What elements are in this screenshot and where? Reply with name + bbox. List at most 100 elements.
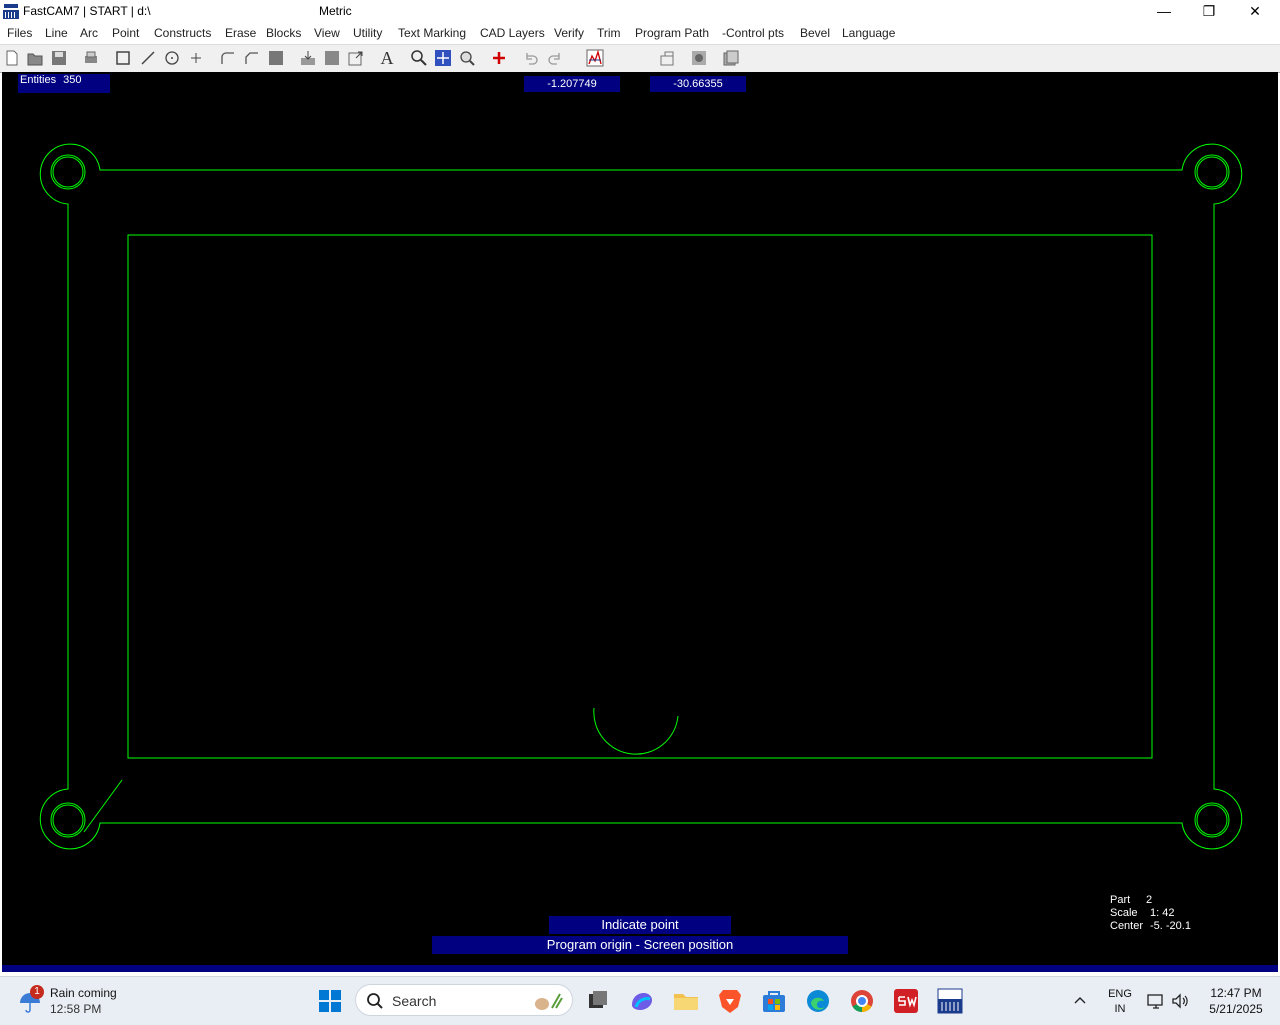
menu-constructs[interactable]: Constructs [154,26,211,40]
solidworks-button[interactable] [890,985,922,1017]
open-folder-icon[interactable] [25,48,45,68]
corner-hole[interactable] [50,802,86,838]
weather-title: Rain coming [50,986,117,1000]
zoom-icon[interactable] [457,48,477,68]
text-icon[interactable]: A [377,48,397,68]
chevron-up-icon[interactable] [1072,993,1088,1009]
part-value: 2 [1146,894,1153,906]
save-icon[interactable] [49,48,69,68]
menu-bevel[interactable]: Bevel [800,26,830,40]
app-title: FastCAM7 | START | d:\ [23,4,151,18]
lead-in-line[interactable] [83,779,123,833]
undo-icon[interactable] [521,48,541,68]
chamfer-icon[interactable] [242,48,262,68]
close-button[interactable]: ✕ [1232,0,1278,22]
circle-icon[interactable] [162,48,182,68]
brave-button[interactable] [714,985,746,1017]
menu-verify[interactable]: Verify [554,26,584,40]
block-fill-icon[interactable] [322,48,342,68]
minimize-button[interactable]: — [1141,0,1187,22]
drawing-info: Part 2 Scale 1: 42 Center -5. -20.1 [1110,894,1191,933]
program-path-icon[interactable] [657,48,677,68]
copilot-button[interactable] [626,985,658,1017]
part-label: Part [1110,894,1131,906]
scale-value: 1: 42 [1150,907,1175,919]
fillet-icon[interactable] [218,48,238,68]
center-value: -5. -20.1 [1150,920,1191,932]
menu-language[interactable]: Language [842,26,895,40]
menu-control-points[interactable]: -Control pts [722,26,784,40]
menu-erase[interactable]: Erase [225,26,256,40]
menu-view[interactable]: View [314,26,340,40]
document-title: Metric [319,4,352,18]
line-icon[interactable] [138,48,158,68]
corner-hole[interactable] [1194,154,1230,190]
corner-hole[interactable] [50,154,86,190]
point-icon[interactable] [186,48,206,68]
fill-icon[interactable] [266,48,286,68]
status-strip [2,965,1278,972]
network-icon[interactable] [1146,991,1166,1011]
edge-button[interactable] [802,985,834,1017]
input-language-indicator[interactable]: ENG IN [1104,987,1136,1017]
new-file-icon[interactable] [2,48,22,68]
scale-label: Scale [1110,907,1138,919]
title-bar: FastCAM7 | START | d:\ Metric — ❐ ✕ [0,0,1280,22]
search-highlight-icon [535,993,563,1010]
store-button[interactable] [758,985,790,1017]
menu-text-marking[interactable]: Text Marking [398,26,466,40]
menu-cad-layers[interactable]: CAD Layers [480,26,545,40]
batch-icon[interactable] [721,48,741,68]
menu-program-path[interactable]: Program Path [635,26,709,40]
taskbar-search[interactable]: Search [355,984,573,1016]
fastcam-taskbar-button[interactable] [934,985,966,1017]
weather-widget[interactable]: 1 Rain coming 12:58 PM [18,985,158,1019]
redo-icon[interactable] [545,48,565,68]
verify-path-icon[interactable] [585,48,605,68]
toolbar: A [0,44,1280,73]
rectangle-icon[interactable] [113,48,133,68]
start-button[interactable] [314,985,346,1017]
block-in-icon[interactable] [298,48,318,68]
inner-cutout[interactable] [127,234,1153,759]
command-status: Program origin - Screen position [432,936,848,954]
zoom-window-icon[interactable] [409,48,429,68]
drawing-canvas[interactable]: Entities 350 -1.207749 -30.66355 Part 2 S… [2,72,1278,972]
menu-line[interactable]: Line [45,26,68,40]
menu-arc[interactable]: Arc [80,26,98,40]
folder-icon [674,994,698,1010]
solidworks-icon [894,989,918,1013]
print-icon[interactable] [81,48,101,68]
corner-hole[interactable] [52,156,84,188]
zoom-extents-icon[interactable] [433,48,453,68]
menu-utility[interactable]: Utility [353,26,382,40]
volume-icon[interactable] [1170,991,1190,1011]
nest-icon[interactable] [689,48,709,68]
block-out-icon[interactable] [346,48,366,68]
search-label: Search [392,993,437,1009]
notch-arc[interactable] [593,707,679,755]
task-view-button[interactable] [582,985,614,1017]
chrome-icon [851,990,873,1012]
maximize-button[interactable]: ❐ [1186,0,1232,22]
menu-point[interactable]: Point [112,26,139,40]
corner-hole[interactable] [1194,802,1230,838]
corner-hole[interactable] [52,804,84,836]
menu-blocks[interactable]: Blocks [266,26,301,40]
plate-outline[interactable] [39,143,1243,850]
chrome-button[interactable] [846,985,878,1017]
taskbar: 1 Rain coming 12:58 PM Search ENG IN 12:… [0,976,1280,1025]
language-code: ENG [1108,988,1132,1000]
origin-cross-icon[interactable] [489,48,509,68]
notification-badge: 1 [30,985,44,999]
file-explorer-button[interactable] [670,985,702,1017]
cad-drawing[interactable] [2,72,1278,972]
fastcam-app-icon [3,3,19,19]
region-code: IN [1114,1003,1126,1015]
corner-hole[interactable] [1196,156,1228,188]
copilot-icon [632,993,652,1010]
menu-files[interactable]: Files [7,26,32,40]
menu-trim[interactable]: Trim [597,26,621,40]
system-clock[interactable]: 12:47 PM 5/21/2025 [1196,985,1276,1017]
corner-hole[interactable] [1196,804,1228,836]
